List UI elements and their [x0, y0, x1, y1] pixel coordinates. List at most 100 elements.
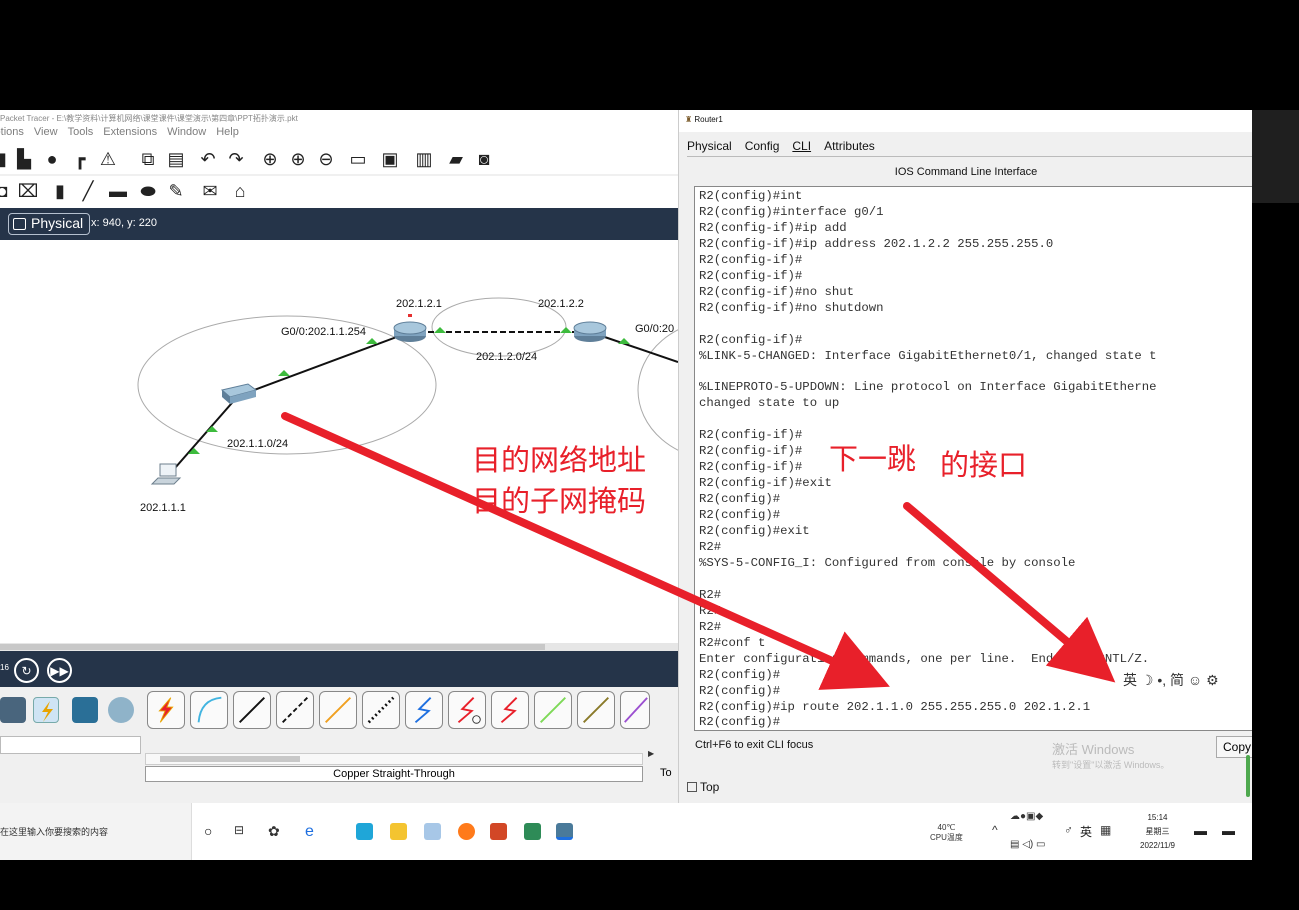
edge-icon[interactable]: [356, 823, 373, 840]
cable-octal-icon[interactable]: [534, 691, 572, 729]
tab-config[interactable]: Config: [745, 139, 780, 153]
network-info-icon[interactable]: ▰: [446, 149, 466, 169]
freeform-icon[interactable]: ✎: [166, 181, 186, 201]
dialog-title-text: Router1: [694, 115, 723, 124]
device-list-icon[interactable]: ▥: [414, 149, 434, 169]
tray-expand-icon[interactable]: ^: [992, 823, 998, 837]
tab-attributes[interactable]: Attributes: [824, 139, 875, 153]
cli-line: R2(config)#interface g0/1: [699, 204, 884, 219]
redo-icon[interactable]: ↷: [226, 149, 246, 169]
wan-emulation-icon[interactable]: [108, 697, 134, 723]
cli-line: R2(config)#: [699, 667, 781, 682]
cisco-icon[interactable]: ┏: [70, 149, 90, 169]
action-center-icon[interactable]: ▬: [1222, 823, 1235, 838]
ime-toolbar[interactable]: 英 ☽ •, 简 ☺ ⚙: [1109, 667, 1223, 691]
cable-usb-icon[interactable]: [577, 691, 615, 729]
menu-help[interactable]: Help: [216, 126, 239, 138]
menu-bar: Options View Tools Extensions Window Help: [0, 126, 678, 144]
file-explorer-icon[interactable]: [390, 823, 407, 840]
cable-straight-icon[interactable]: [233, 691, 271, 729]
cli-line: R2(config-if)#no shut: [699, 284, 854, 299]
ellipse-icon[interactable]: ⬬: [138, 181, 158, 201]
keyboard-icon[interactable]: ▦: [1100, 823, 1111, 837]
app-icon[interactable]: [424, 823, 441, 840]
pdu-icon[interactable]: ✉: [200, 181, 220, 201]
cortana-icon[interactable]: ○: [204, 823, 221, 840]
checkbox-icon[interactable]: [687, 782, 697, 792]
custom-devices-icon[interactable]: ▣: [380, 149, 400, 169]
cable-coaxial-icon[interactable]: [405, 691, 443, 729]
complex-pdu-icon[interactable]: ⌂: [230, 181, 250, 201]
paste-icon[interactable]: ▤: [166, 149, 186, 169]
annotation-next-hop: 下一跳: [829, 442, 917, 476]
activity-wizard-icon[interactable]: ●: [42, 149, 62, 169]
cable-scrollbar[interactable]: [145, 753, 643, 765]
menu-view[interactable]: View: [34, 126, 58, 138]
tab-physical[interactable]: Physical: [687, 139, 732, 153]
cable-wireless-icon[interactable]: [620, 691, 650, 729]
taskbar-clock[interactable]: 15:14 星期三 2022/11/9: [1140, 811, 1175, 853]
tab-cli[interactable]: CLI: [792, 139, 811, 153]
snapshot-icon[interactable]: ◙: [474, 149, 494, 169]
cable-crossover-icon[interactable]: [276, 691, 314, 729]
taskbar-search[interactable]: 在这里输入你要搜索的内容: [0, 803, 192, 860]
menu-tools[interactable]: Tools: [68, 126, 94, 138]
ie-icon[interactable]: e: [305, 823, 322, 840]
workspace-scrollbar[interactable]: [0, 643, 678, 651]
inspect-icon[interactable]: ⌧: [18, 181, 39, 201]
cable-console-icon[interactable]: [190, 691, 228, 729]
cable-serial-dte-icon[interactable]: [491, 691, 529, 729]
drawing-palette-icon[interactable]: ▭: [348, 149, 368, 169]
cable-phone-icon[interactable]: [362, 691, 400, 729]
task-view-icon[interactable]: ⊟: [234, 823, 251, 840]
fast-forward-icon[interactable]: ▶▶: [47, 658, 72, 683]
zoom-in-icon[interactable]: ⊕: [260, 149, 280, 169]
rectangle-icon[interactable]: ▬: [108, 181, 128, 201]
physical-view-tab[interactable]: Physical: [8, 213, 91, 235]
packet-tracer-icon[interactable]: [556, 823, 573, 840]
menu-options[interactable]: Options: [0, 126, 24, 138]
select-icon[interactable]: ◘: [0, 181, 12, 201]
cable-serial-dce-icon[interactable]: [448, 691, 486, 729]
excel-icon[interactable]: [524, 823, 541, 840]
note-icon[interactable]: ▮: [50, 181, 70, 201]
cli-line: R2(config-if)#: [699, 332, 803, 347]
top-checkbox[interactable]: Top: [687, 780, 719, 794]
top-checkbox-label: Top: [700, 780, 720, 794]
power-cycle-icon[interactable]: ↻: [14, 658, 39, 683]
annotation-interface: 的接口: [940, 448, 1028, 482]
toggle-pdu-label[interactable]: To: [660, 767, 672, 779]
device-search-field[interactable]: [0, 736, 141, 754]
save-icon[interactable]: ▮: [0, 149, 12, 169]
components-icon[interactable]: [72, 697, 98, 723]
undo-icon[interactable]: ↶: [198, 149, 218, 169]
cli-line: R2(config-if)#: [699, 252, 803, 267]
window-title: Packet Tracer - E:\教学资料\计算机网络\课堂课件\课堂演示\…: [0, 110, 678, 126]
input-method-indicator[interactable]: 英: [1080, 823, 1092, 840]
menu-window[interactable]: Window: [167, 126, 206, 138]
pen-icon[interactable]: ♂: [1064, 823, 1073, 837]
zoom-reset-icon[interactable]: ⊕: [288, 149, 308, 169]
cli-line: R2(config)#: [699, 683, 781, 698]
menu-extensions[interactable]: Extensions: [103, 126, 157, 138]
cable-fiber-icon[interactable]: [319, 691, 357, 729]
tray-icons[interactable]: ☁●▣◆: [1010, 811, 1043, 822]
network-devices-icon[interactable]: [0, 697, 26, 723]
cli-line: R2(config-if)#: [699, 444, 803, 459]
link-switch-pc: [167, 395, 239, 477]
zoom-out-icon[interactable]: ⊖: [316, 149, 336, 169]
firefox-icon[interactable]: [458, 823, 475, 840]
connections-icon[interactable]: [33, 697, 59, 723]
line-icon[interactable]: ╱: [78, 181, 98, 201]
powerpoint-icon[interactable]: [490, 823, 507, 840]
notification-icon[interactable]: ▬: [1194, 823, 1207, 838]
settings-icon[interactable]: ✿: [268, 823, 285, 840]
pc-device: [150, 463, 182, 485]
print-icon[interactable]: ▙: [14, 149, 34, 169]
cli-line: R2#: [699, 619, 722, 634]
custom-device-icon[interactable]: ⚠: [98, 149, 118, 169]
cable-auto-icon[interactable]: [147, 691, 185, 729]
volume-icon[interactable]: ▤ ◁) ▭: [1010, 839, 1045, 850]
scroll-right-icon[interactable]: ▶: [648, 749, 654, 758]
copy-icon[interactable]: ⧉: [138, 149, 158, 169]
